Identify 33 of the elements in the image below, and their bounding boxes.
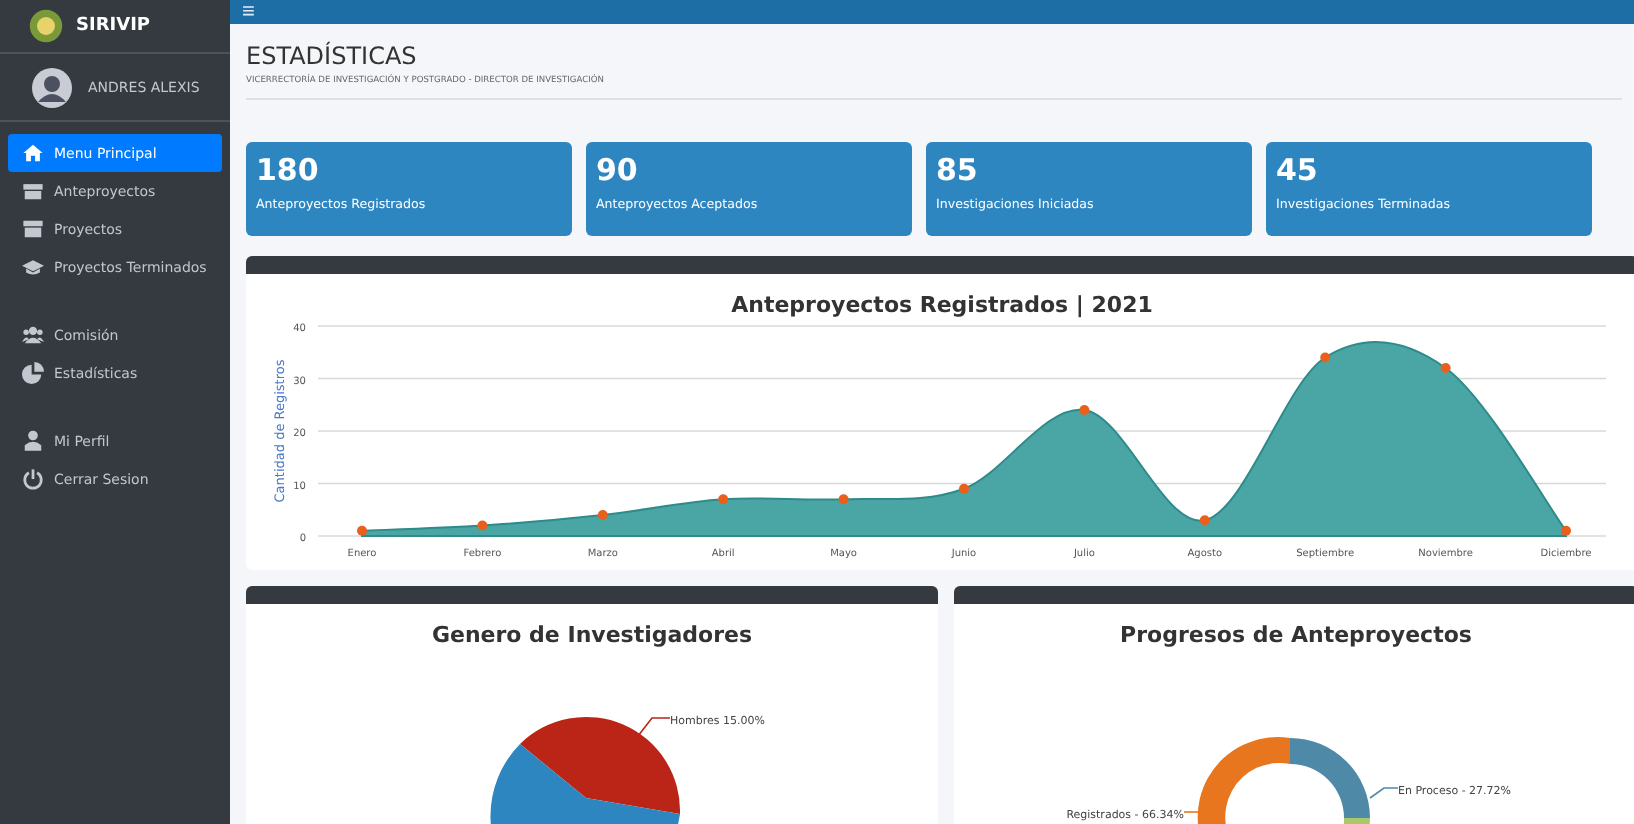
archive-icon bbox=[22, 218, 44, 240]
data-point bbox=[1561, 525, 1571, 536]
stat-value: 45 bbox=[1276, 152, 1320, 188]
data-point bbox=[1079, 405, 1090, 415]
pie-chart-icon bbox=[22, 362, 44, 384]
chart-title: Genero de Investigadores bbox=[429, 622, 755, 648]
data-point bbox=[357, 525, 367, 536]
leader-line bbox=[1369, 787, 1399, 799]
graduation-cap-icon bbox=[22, 256, 44, 278]
avatar-icon bbox=[32, 67, 72, 107]
data-point bbox=[838, 494, 849, 505]
data-point bbox=[1320, 352, 1331, 363]
stat-value: 90 bbox=[596, 152, 640, 188]
data-point bbox=[1199, 515, 1210, 526]
power-icon bbox=[22, 468, 44, 490]
people-icon bbox=[22, 324, 44, 346]
menu-button[interactable]: ≡ bbox=[230, 0, 267, 24]
data-point bbox=[1440, 363, 1451, 373]
brand-name: SIRIVIP bbox=[76, 16, 151, 36]
home-icon bbox=[22, 142, 44, 164]
chart-title: Anteproyectos Registrados | 2021 bbox=[729, 292, 1155, 318]
data-point bbox=[477, 520, 488, 531]
data-point bbox=[718, 494, 729, 505]
page-title: ESTADÍSTICAS bbox=[246, 42, 419, 70]
person-icon bbox=[22, 430, 44, 452]
data-point bbox=[959, 483, 969, 494]
stat-value: 85 bbox=[936, 152, 980, 188]
chart-title: Progresos de Anteproyectos bbox=[1118, 622, 1474, 648]
stat-value: 180 bbox=[256, 152, 321, 188]
leader-line bbox=[637, 717, 671, 737]
data-point bbox=[597, 510, 608, 520]
box-icon bbox=[22, 180, 44, 202]
logo-icon bbox=[28, 8, 64, 44]
